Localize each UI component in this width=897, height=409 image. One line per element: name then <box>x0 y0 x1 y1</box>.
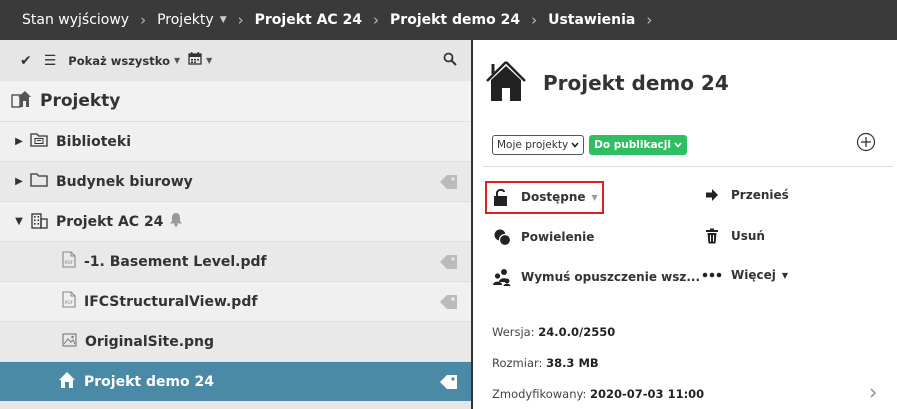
pdf-file-icon: PDF <box>62 291 76 312</box>
chevron-down-icon <box>571 139 579 151</box>
caret-down-icon[interactable]: ▼ <box>220 15 227 25</box>
checkmark-icon[interactable]: ✔ <box>20 53 32 69</box>
tag-icon[interactable] <box>439 293 459 315</box>
chevron-right-icon: › <box>531 11 538 29</box>
tag-icon[interactable] <box>439 373 459 395</box>
delete-button[interactable]: Usuń <box>702 228 765 244</box>
tree-item-label: Budynek biurowy <box>56 173 193 190</box>
image-file-icon <box>62 332 77 351</box>
chevron-right-icon[interactable] <box>869 387 877 403</box>
project-house-icon <box>485 60 527 106</box>
version-info: Wersja: 24.0.0/2550 <box>492 325 615 339</box>
tree-item-office-building[interactable]: ▶ Budynek biurowy <box>0 161 471 201</box>
building-icon <box>30 211 48 233</box>
chevron-right-icon: › <box>237 11 244 29</box>
duplicate-button[interactable]: Powielenie <box>492 228 594 246</box>
projects-header: Projekty <box>0 81 471 121</box>
tree-item-file[interactable]: OriginalSite.png <box>0 321 471 361</box>
expand-arrow-icon[interactable]: ▶ <box>12 176 26 187</box>
projects-title: Projekty <box>40 91 121 111</box>
size-value: 38.3 MB <box>546 356 599 370</box>
available-label: Dostępne <box>521 190 586 204</box>
collapse-arrow-icon[interactable]: ▼ <box>12 216 26 227</box>
tree-item-project-ac[interactable]: ▼ Projekt AC 24 <box>0 201 471 241</box>
project-title: Projekt demo 24 <box>543 71 729 95</box>
details-header: Projekt demo 24 <box>473 40 897 126</box>
tag-icon[interactable] <box>439 173 459 195</box>
chevron-right-icon: › <box>140 11 147 29</box>
search-icon[interactable] <box>443 52 457 70</box>
expand-arrow-icon[interactable]: ▶ <box>12 136 26 147</box>
calendar-icon[interactable] <box>188 52 202 69</box>
project-tree-panel: ✔ ☰ Pokaż wszystko ▼ ▼ Projekty ▶ Biblio… <box>0 40 471 409</box>
tag-icon[interactable] <box>439 253 459 275</box>
breadcrumb-settings[interactable]: Ustawienia <box>548 12 635 28</box>
more-label: Więcej <box>731 268 776 282</box>
breadcrumb-project-demo[interactable]: Projekt demo 24 <box>390 12 520 28</box>
trash-icon <box>702 228 722 244</box>
library-folder-icon <box>30 132 48 151</box>
tree-item-label: Projekt demo 24 <box>84 373 215 390</box>
force-leave-label: Wymuś opuszczenie wsz... <box>521 270 701 284</box>
users-icon <box>492 268 512 286</box>
status-label: Do publikacji <box>594 139 671 151</box>
more-button[interactable]: Więcej ▼ <box>702 268 788 282</box>
move-button[interactable]: Przenieś <box>702 188 789 202</box>
show-all-filter[interactable]: Pokaż wszystko <box>68 54 170 68</box>
size-info: Rozmiar: 38.3 MB <box>492 356 599 370</box>
tree-item-label: IFCStructuralView.pdf <box>84 293 258 310</box>
duplicate-label: Powielenie <box>521 230 595 244</box>
chevron-right-icon: › <box>373 11 380 29</box>
caret-down-icon: ▼ <box>781 270 789 280</box>
house-icon <box>58 371 76 393</box>
delete-label: Usuń <box>731 229 765 243</box>
projects-icon <box>10 89 32 113</box>
chevron-right-icon: › <box>646 11 653 29</box>
arrow-right-icon <box>702 188 722 202</box>
tree-item-file[interactable]: PDF IFCStructuralView.pdf <box>0 281 471 321</box>
move-label: Przenieś <box>731 188 789 202</box>
tree-item-label: Biblioteki <box>56 133 132 150</box>
list-icon[interactable]: ☰ <box>44 53 57 69</box>
tree-item-project-demo[interactable]: Projekt demo 24 <box>0 361 471 401</box>
version-label: Wersja: <box>492 325 535 339</box>
svg-text:PDF: PDF <box>65 300 74 306</box>
my-projects-select[interactable]: Moje projekty <box>492 135 585 155</box>
add-circle-icon[interactable] <box>856 132 876 156</box>
version-value: 24.0.0/2550 <box>538 325 616 339</box>
size-label: Rozmiar: <box>492 356 543 370</box>
project-details-panel: Projekt demo 24 Moje projekty Do publika… <box>473 40 897 409</box>
modified-label: Zmodyfikowany: <box>492 387 587 401</box>
caret-down-icon[interactable]: ▼ <box>206 56 212 65</box>
tree-item-label: OriginalSite.png <box>85 333 215 350</box>
breadcrumb-project-ac[interactable]: Projekt AC 24 <box>255 12 362 28</box>
chevron-down-icon <box>674 139 682 151</box>
tree-item-file[interactable]: PDF -1. Basement Level.pdf <box>0 241 471 281</box>
separator <box>483 166 893 167</box>
available-button[interactable]: Dostępne ▼ <box>492 187 598 207</box>
breadcrumb-projects[interactable]: Projekty <box>157 12 214 28</box>
caret-down-icon[interactable]: ▼ <box>174 56 180 65</box>
unlock-icon <box>492 187 512 207</box>
svg-text:PDF: PDF <box>65 260 74 266</box>
tree-item-libraries[interactable]: ▶ Biblioteki <box>0 121 471 161</box>
breadcrumb-home[interactable]: Stan wyjściowy <box>22 12 129 28</box>
tree-item-label: Projekt AC 24 <box>56 213 164 230</box>
status-badge[interactable]: Do publikacji <box>589 135 687 155</box>
duplicate-icon <box>492 228 512 246</box>
tree-item-label: -1. Basement Level.pdf <box>84 253 267 270</box>
modified-info: Zmodyfikowany: 2020-07-03 11:00 <box>492 387 704 401</box>
breadcrumb: Stan wyjściowy › Projekty ▼ › Projekt AC… <box>0 0 897 40</box>
force-leave-button[interactable]: Wymuś opuszczenie wsz... <box>492 268 700 286</box>
project-filters: Moje projekty Do publikacji <box>492 135 687 155</box>
tree-toolbar: ✔ ☰ Pokaż wszystko ▼ ▼ <box>0 40 471 81</box>
folder-icon <box>30 172 48 191</box>
more-dots-icon <box>702 272 722 278</box>
pdf-file-icon: PDF <box>62 251 76 272</box>
select-value: Moje projekty <box>497 139 569 151</box>
bell-icon[interactable] <box>169 212 183 231</box>
caret-down-icon: ▼ <box>591 192 598 202</box>
modified-value: 2020-07-03 11:00 <box>590 387 705 401</box>
